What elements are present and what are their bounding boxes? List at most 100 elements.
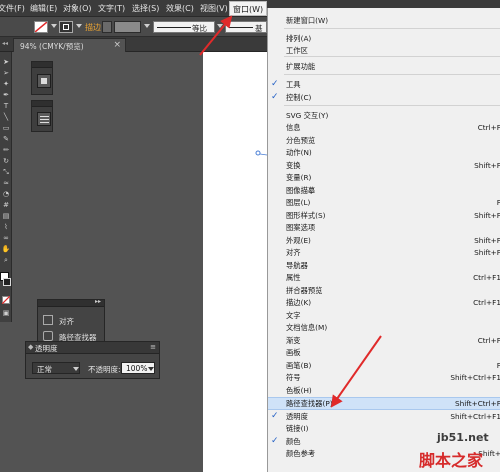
panel-menu-icon[interactable]: ≡ [150, 343, 156, 351]
stroke-weight-dropdown-icon[interactable] [144, 24, 150, 28]
menu-item-shortcut: Shift+F [474, 161, 500, 170]
panel-collapse-icon[interactable]: ◂◂ [2, 40, 8, 47]
selection-tool-icon[interactable]: ➤ [1, 58, 11, 66]
panel-header[interactable]: ▸▸ [38, 298, 104, 307]
fill-swatch[interactable] [34, 21, 48, 33]
zoom-tool-icon[interactable]: ⌕ [1, 256, 11, 264]
fill-dropdown-icon[interactable] [51, 24, 57, 28]
transparency-title: 透明度 [35, 344, 58, 353]
magic-wand-tool-icon[interactable]: ✦ [1, 80, 11, 88]
menu-item[interactable]: 图层(L) F [268, 197, 500, 210]
paintbrush-tool-icon[interactable]: ✎ [1, 135, 11, 143]
menu-item[interactable]: 画笔(B) F [268, 360, 500, 373]
width-tool-icon[interactable]: ≈ [1, 179, 11, 187]
stroke-label[interactable]: 描边 [85, 22, 101, 33]
menu-item-label: 拼合器预览 [286, 286, 323, 295]
menu-file[interactable]: 文件(F) [0, 3, 25, 14]
menu-item[interactable]: 分色预览 [268, 135, 500, 148]
menu-item[interactable]: 扩展功能 [268, 61, 500, 74]
menu-effect[interactable]: 效果(C) [166, 3, 194, 14]
pen-tool-icon[interactable]: ✒ [1, 91, 11, 99]
menu-item[interactable]: ✓ 工具 [268, 79, 500, 92]
menu-item[interactable]: 色板(H) [268, 385, 500, 398]
collapse-icon[interactable]: ▸▸ [95, 298, 101, 305]
rotate-tool-icon[interactable]: ↻ [1, 157, 11, 165]
menu-item[interactable]: 渐变 Ctrl+F [268, 335, 500, 348]
menu-item[interactable]: ✓ 透明度 Shift+Ctrl+F1 [268, 411, 500, 424]
menu-item[interactable]: 文字 [268, 310, 500, 323]
stroke-color-box[interactable] [3, 278, 11, 286]
stroke-weight-spinner[interactable] [102, 21, 112, 33]
layers-panel-icon[interactable] [37, 112, 51, 126]
menu-item[interactable]: 画板 [268, 347, 500, 360]
menu-separator [284, 28, 500, 29]
blend-tool-icon[interactable]: ∞ [1, 234, 11, 242]
menu-item-shortcut: Shift+Ctrl+F1 [450, 373, 500, 382]
eyedropper-tool-icon[interactable]: ⌇ [1, 223, 11, 231]
pathfinder-icon [43, 331, 53, 341]
menu-item[interactable]: 属性 Ctrl+F1 [268, 272, 500, 285]
menu-item[interactable]: 工作区 [268, 45, 500, 58]
menu-item[interactable]: 变量(R) [268, 172, 500, 185]
menu-item-shortcut: Ctrl+F [477, 336, 500, 345]
menu-item[interactable]: 路径查找器(P) Shift+Ctrl+F [268, 397, 500, 410]
menu-item[interactable]: 图形样式(S) Shift+F [268, 210, 500, 223]
artboard[interactable] [203, 52, 267, 472]
menu-item[interactable]: 描边(K) Ctrl+F1 [268, 297, 500, 310]
menu-item[interactable]: 对齐 Shift+F [268, 247, 500, 260]
menu-object[interactable]: 对象(O) [63, 3, 92, 14]
close-icon[interactable]: × [113, 40, 121, 50]
menu-item[interactable]: 图案选项 [268, 222, 500, 235]
variable-width-profile[interactable]: 等比 [153, 21, 215, 33]
brush-definition[interactable]: 基本 [225, 21, 267, 33]
menu-window[interactable]: 窗口(W) [229, 1, 268, 16]
navigator-panel-icon[interactable] [37, 74, 51, 88]
direct-selection-tool-icon[interactable]: ➢ [1, 69, 11, 77]
menu-item[interactable]: 动作(N) [268, 147, 500, 160]
menu-item[interactable]: 新建窗口(W) [268, 15, 500, 28]
menu-item[interactable]: 排列(A) [268, 33, 500, 46]
menu-item[interactable]: 图像描摹 [268, 185, 500, 198]
menu-item-shortcut: Shift+Ctrl+F [455, 399, 500, 408]
menu-edit[interactable]: 编辑(E) [30, 3, 57, 14]
menu-item[interactable]: ✓ 控制(C) [268, 92, 500, 105]
align-panel-item[interactable]: 对齐 [41, 314, 103, 327]
document-tab[interactable]: 94% (CMYK/预览) × [13, 38, 126, 52]
scale-tool-icon[interactable]: ⤡ [1, 168, 11, 176]
menu-item[interactable]: 拼合器预览 [268, 285, 500, 298]
profile-dropdown-icon[interactable] [217, 24, 223, 28]
panel-header[interactable]: ◆ 透明度 ≡ [26, 342, 159, 354]
pencil-tool-icon[interactable]: ✏ [1, 146, 11, 154]
opacity-label: 不透明度: [88, 365, 121, 374]
shape-builder-tool-icon[interactable]: ◔ [1, 190, 11, 198]
panel-header[interactable] [32, 101, 52, 107]
menu-item[interactable]: 外观(E) Shift+F [268, 235, 500, 248]
menu-item[interactable]: 信息 Ctrl+F [268, 122, 500, 135]
menu-item[interactable]: SVG 交互(Y) [268, 110, 500, 123]
opacity-field[interactable]: 100% [121, 362, 155, 374]
mesh-tool-icon[interactable]: # [1, 201, 11, 209]
panel-toggle-icon[interactable]: ◆ [28, 343, 33, 351]
screen-mode-icon[interactable]: ▣ [1, 309, 11, 317]
rectangle-tool-icon[interactable]: ▭ [1, 124, 11, 132]
menu-type[interactable]: 文字(T) [98, 3, 125, 14]
menu-item-label: 文档信息(M) [286, 323, 328, 332]
gradient-tool-icon[interactable]: ▤ [1, 212, 11, 220]
stroke-swatch[interactable] [59, 21, 73, 33]
menu-view[interactable]: 视图(V) [200, 3, 228, 14]
type-tool-icon[interactable]: T [1, 102, 11, 110]
menu-select[interactable]: 选择(S) [132, 3, 159, 14]
stroke-weight-field[interactable] [114, 21, 141, 33]
menu-item[interactable]: 文档信息(M) [268, 322, 500, 335]
panel-header[interactable] [32, 62, 52, 68]
blend-mode-select[interactable]: 正常 [32, 362, 80, 374]
none-color-icon[interactable] [1, 295, 11, 305]
menu-item[interactable]: 符号 Shift+Ctrl+F1 [268, 372, 500, 385]
stroke-dropdown-icon[interactable] [76, 24, 82, 28]
chevron-down-icon [73, 367, 79, 371]
line-tool-icon[interactable]: ╲ [1, 113, 11, 121]
hand-tool-icon[interactable]: ✋ [1, 245, 11, 253]
menu-item[interactable]: 变换 Shift+F [268, 160, 500, 173]
menu-item[interactable]: 导航器 [268, 260, 500, 273]
menu-item-shortcut: Shift+Ctrl+F1 [450, 412, 500, 421]
